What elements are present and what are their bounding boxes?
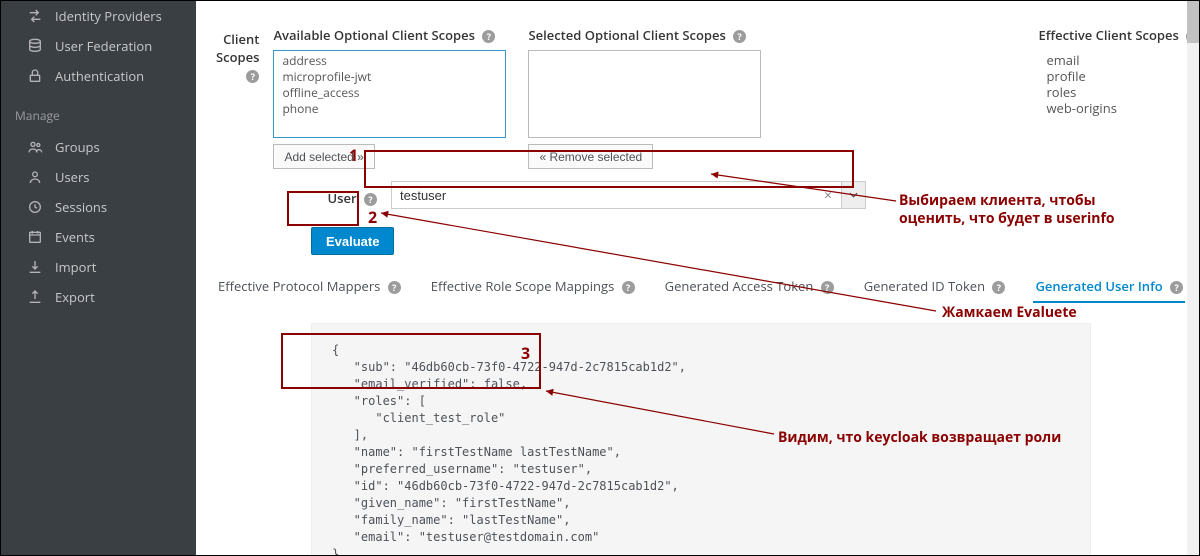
scope-option: email [1038,52,1199,68]
sidebar-item-export[interactable]: Export [1,282,196,312]
tab-generated-id-token[interactable]: Generated ID Token ? [862,271,1008,303]
annotation-number-1: 1 [349,144,358,166]
clock-icon [27,199,43,215]
sidebar-item-label: Events [55,228,95,246]
help-icon[interactable]: ? [246,70,259,83]
user-combobox[interactable]: × [391,181,866,209]
sidebar-item-label: Users [55,168,89,186]
sidebar: Identity Providers User Federation Authe… [1,1,196,555]
selected-scopes-label: Selected Optional Client Scopes ? [528,26,761,44]
database-icon [27,38,43,54]
selected-scopes-select[interactable] [528,50,761,138]
help-icon[interactable]: ? [821,281,834,294]
sidebar-item-user-federation[interactable]: User Federation [1,31,196,61]
effective-scopes-list: emailprofilerolesweb-origins [1038,50,1199,138]
annotation-text-3: Видим, что keycloak возвращает роли [778,428,1061,447]
effective-scopes-label: Effective Client Scopes ? [1038,26,1199,44]
sidebar-item-identity-providers[interactable]: Identity Providers [1,1,196,31]
vertical-scrollbar-thumb[interactable] [1187,1,1199,43]
scope-option: web-origins [1038,100,1199,116]
help-icon[interactable]: ? [622,281,635,294]
vertical-scrollbar-track[interactable] [1187,1,1199,555]
scope-option: roles [1038,84,1199,100]
tab-label: Generated ID Token [864,277,985,295]
add-selected-button[interactable]: Add selected » [273,144,374,169]
annotation-number-2: 2 [368,206,377,228]
app-viewport: Identity Providers User Federation Authe… [0,0,1200,556]
lock-icon [27,68,43,84]
tab-label: Generated Access Token [665,277,814,295]
tab-generated-user-info[interactable]: Generated User Info ? [1033,271,1185,303]
tab-label: Effective Role Scope Mappings [431,277,615,295]
help-icon[interactable]: ? [364,193,377,206]
label-text: Selected Optional Client Scopes [528,26,725,44]
evaluate-button[interactable]: Evaluate [311,227,394,255]
swap-icon [27,8,43,24]
client-scopes-label: Client Scopes ? [216,26,273,84]
effective-scopes-col: Effective Client Scopes ? emailprofilero… [1038,26,1199,169]
help-icon[interactable]: ? [1170,281,1183,294]
annotation-number-3: 3 [521,342,530,364]
label-text: Effective Client Scopes [1038,26,1178,44]
label-text: User [328,189,357,207]
calendar-icon [27,229,43,245]
sidebar-item-label: Sessions [55,198,107,216]
user-input[interactable] [392,188,815,203]
scopes-grid: Available Optional Client Scopes ? addre… [273,26,1199,169]
client-scopes-row: Client Scopes ? Available Optional Clien… [216,26,1176,169]
tab-label: Generated User Info [1035,277,1162,295]
sidebar-item-label: User Federation [55,37,152,55]
scope-option[interactable]: offline_access [274,85,505,101]
import-icon [27,259,43,275]
sidebar-item-users[interactable]: Users [1,162,196,192]
content-wrapper: Client Scopes ? Available Optional Clien… [196,1,1196,555]
groups-icon [27,139,43,155]
dropdown-caret[interactable] [841,182,865,208]
sidebar-item-groups[interactable]: Groups [1,132,196,162]
annotation-text-1: Выбираем клиента, чтобыоценить, что буде… [899,192,1115,228]
export-icon [27,289,43,305]
scope-option: profile [1038,68,1199,84]
selected-scopes-col: Selected Optional Client Scopes ? « Remo… [528,26,761,169]
scope-option[interactable]: microprofile-jwt [274,69,505,85]
tab-effective-protocol-mappers[interactable]: Effective Protocol Mappers ? [216,271,403,303]
remove-selected-button[interactable]: « Remove selected [528,144,653,169]
annotation-text-2: Жамкаем Evaluete [942,303,1077,322]
user-label: User ? [216,183,391,207]
label-text: Client Scopes [216,30,259,66]
tab-label: Effective Protocol Mappers [218,277,380,295]
clear-icon[interactable]: × [815,186,841,205]
sidebar-item-events[interactable]: Events [1,222,196,252]
sidebar-item-label: Export [55,288,95,306]
result-tabs: Effective Protocol Mappers ?Effective Ro… [216,271,1176,303]
sidebar-item-label: Groups [55,138,100,156]
sidebar-manage-header: Manage [1,91,196,132]
available-scopes-col: Available Optional Client Scopes ? addre… [273,26,506,169]
tab-effective-role-scope-mappings[interactable]: Effective Role Scope Mappings ? [429,271,637,303]
help-icon[interactable]: ? [733,30,746,43]
available-scopes-label: Available Optional Client Scopes ? [273,26,506,44]
help-icon[interactable]: ? [482,30,495,43]
available-scopes-select[interactable]: addressmicroprofile-jwtoffline_accesspho… [273,50,506,138]
sidebar-item-authentication[interactable]: Authentication [1,61,196,91]
sidebar-item-import[interactable]: Import [1,252,196,282]
label-text: Available Optional Client Scopes [273,26,475,44]
main-content: Client Scopes ? Available Optional Clien… [196,1,1199,555]
sidebar-item-sessions[interactable]: Sessions [1,192,196,222]
sidebar-item-label: Authentication [55,67,144,85]
sidebar-item-label: Identity Providers [55,7,162,25]
help-icon[interactable]: ? [992,281,1005,294]
tab-generated-access-token[interactable]: Generated Access Token ? [663,271,836,303]
chevron-down-icon [849,192,858,198]
user-icon [27,169,43,185]
scope-option[interactable]: address [274,53,505,69]
sidebar-item-label: Import [55,258,96,276]
help-icon[interactable]: ? [388,281,401,294]
scope-option[interactable]: phone [274,101,505,117]
